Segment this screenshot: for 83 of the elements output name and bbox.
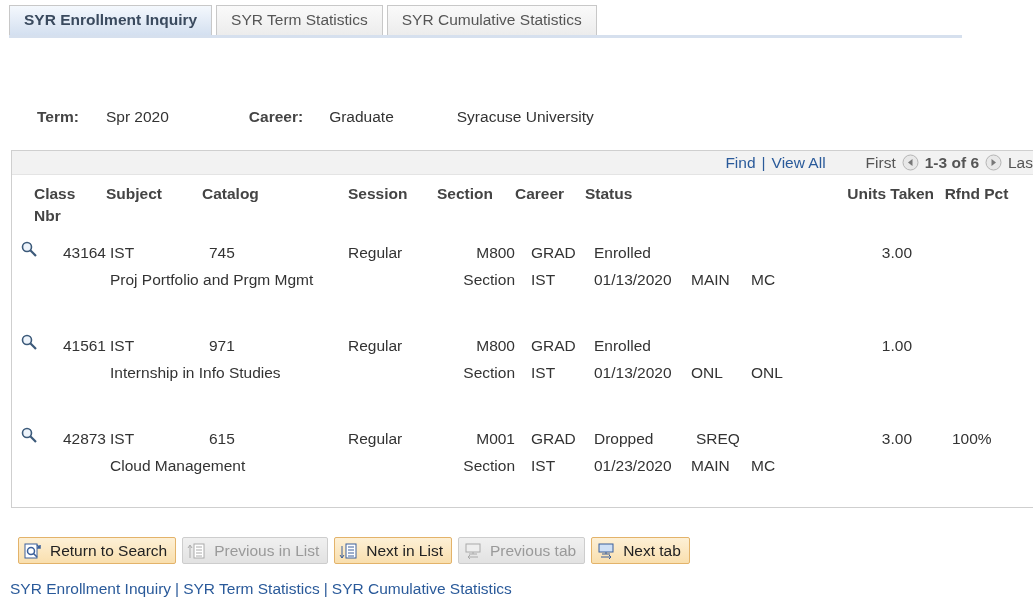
field-label: Career: [248,108,304,126]
table-cell-text: 971 [208,336,236,355]
table-cell-text: Regular [348,336,404,355]
toolbar-button[interactable]: Return to Search [18,537,177,564]
table-cell-text: IST [530,363,557,382]
table-cell-text: Section [462,270,515,289]
table-cell-text: 41561 [61,336,106,355]
field-value: Graduate [329,108,394,126]
table-cell-text: 01/13/2020 [593,270,673,289]
footer-link[interactable]: SYR Term Statistics [183,580,320,597]
monitor-right-arrow-icon [596,541,616,560]
field-label: Term: [37,108,79,126]
column-header: Career [515,184,566,204]
table-cell-text: IST [109,336,136,355]
table-cell-text: IST [109,243,136,262]
table-cell-text: 3.00 [880,429,913,448]
column-header: Catalog [202,184,260,204]
table-cell-text: Proj Portfolio and Prgm Mgmt [109,270,315,289]
table-cell-text: GRAD [530,336,577,355]
toolbar-button[interactable]: Next tab [591,537,690,564]
table-cell-text: IST [109,429,136,448]
table-cell-text: 745 [208,243,236,262]
table-cell-text: SREQ [695,429,741,448]
table-cell-text: 01/13/2020 [593,363,673,382]
magnifier-icon[interactable] [21,334,37,350]
table-cell-text: 615 [208,429,236,448]
separator-text: | [175,580,180,597]
table-cell-text: ONL [690,363,724,382]
first-link[interactable]: First [865,153,896,172]
column-header: Units Taken [846,184,934,204]
table-cell-text: 3.00 [880,243,913,262]
table-cell-text: GRAD [530,243,577,262]
table-cell-text: 100% [951,429,993,448]
table-cell-text: MC [750,270,777,289]
find-link[interactable]: Find [725,153,756,172]
table-cell-text: M800 [475,336,515,355]
footer-link[interactable]: SYR Enrollment Inquiry [10,580,172,597]
table-cell-text: Enrolled [593,336,652,355]
table-cell-text: 1.00 [880,336,913,355]
tab[interactable]: SYR Cumulative Statistics [386,5,597,35]
table-cell-text: GRAD [530,429,577,448]
table-cell-text: Dropped [593,429,655,448]
tab[interactable]: SYR Enrollment Inquiry [9,5,213,35]
footer-link[interactable]: SYR Cumulative Statistics [331,580,512,597]
table-cell-text: M001 [475,429,515,448]
table-cell-text: MAIN [690,270,731,289]
search-document-icon [23,541,42,560]
list-down-arrow-icon [339,541,359,560]
column-header: Class Nbr [33,184,77,226]
table-cell-text: M800 [475,243,515,262]
column-header: Status [585,184,634,204]
table-cell-text: IST [530,456,557,475]
table-cell-text: Regular [348,243,404,262]
table-cell-text: MC [750,456,777,475]
table-cell-text: 43164 [61,243,106,262]
table-cell-text: IST [530,270,557,289]
table-cell-text: 01/23/2020 [593,456,673,475]
range-text: 1-3 of 6 [924,153,979,172]
magnifier-icon[interactable] [21,241,37,257]
toolbar-button[interactable]: Next in List [334,537,452,564]
table-cell-text: Cloud Management [109,456,247,475]
last-link[interactable]: Las [1008,153,1033,172]
column-header: Subject [106,184,163,204]
view-all-link[interactable]: View All [771,153,826,172]
table-cell-text: Enrolled [593,243,652,262]
table-cell-text: Section [462,363,515,382]
column-header: Section [437,184,494,204]
separator-text: | [761,153,766,172]
table-cell-text: Internship in Info Studies [109,363,282,382]
table-cell-text: Section [462,456,515,475]
table-cell-text: MAIN [690,456,731,475]
tab[interactable]: SYR Term Statistics [216,5,383,35]
table-cell-text: Regular [348,429,404,448]
monitor-left-arrow-icon [462,541,482,560]
magnifier-icon[interactable] [21,427,37,443]
table-cell-text: 42873 [61,429,106,448]
field-value: Spr 2020 [105,108,169,126]
list-up-arrow-icon [187,541,207,560]
table-cell-text: ONL [750,363,784,382]
column-header: Session [348,184,409,204]
field-value: Syracuse University [456,108,594,126]
column-header: Rfnd Pct [943,184,1010,204]
separator-text: | [323,580,328,597]
